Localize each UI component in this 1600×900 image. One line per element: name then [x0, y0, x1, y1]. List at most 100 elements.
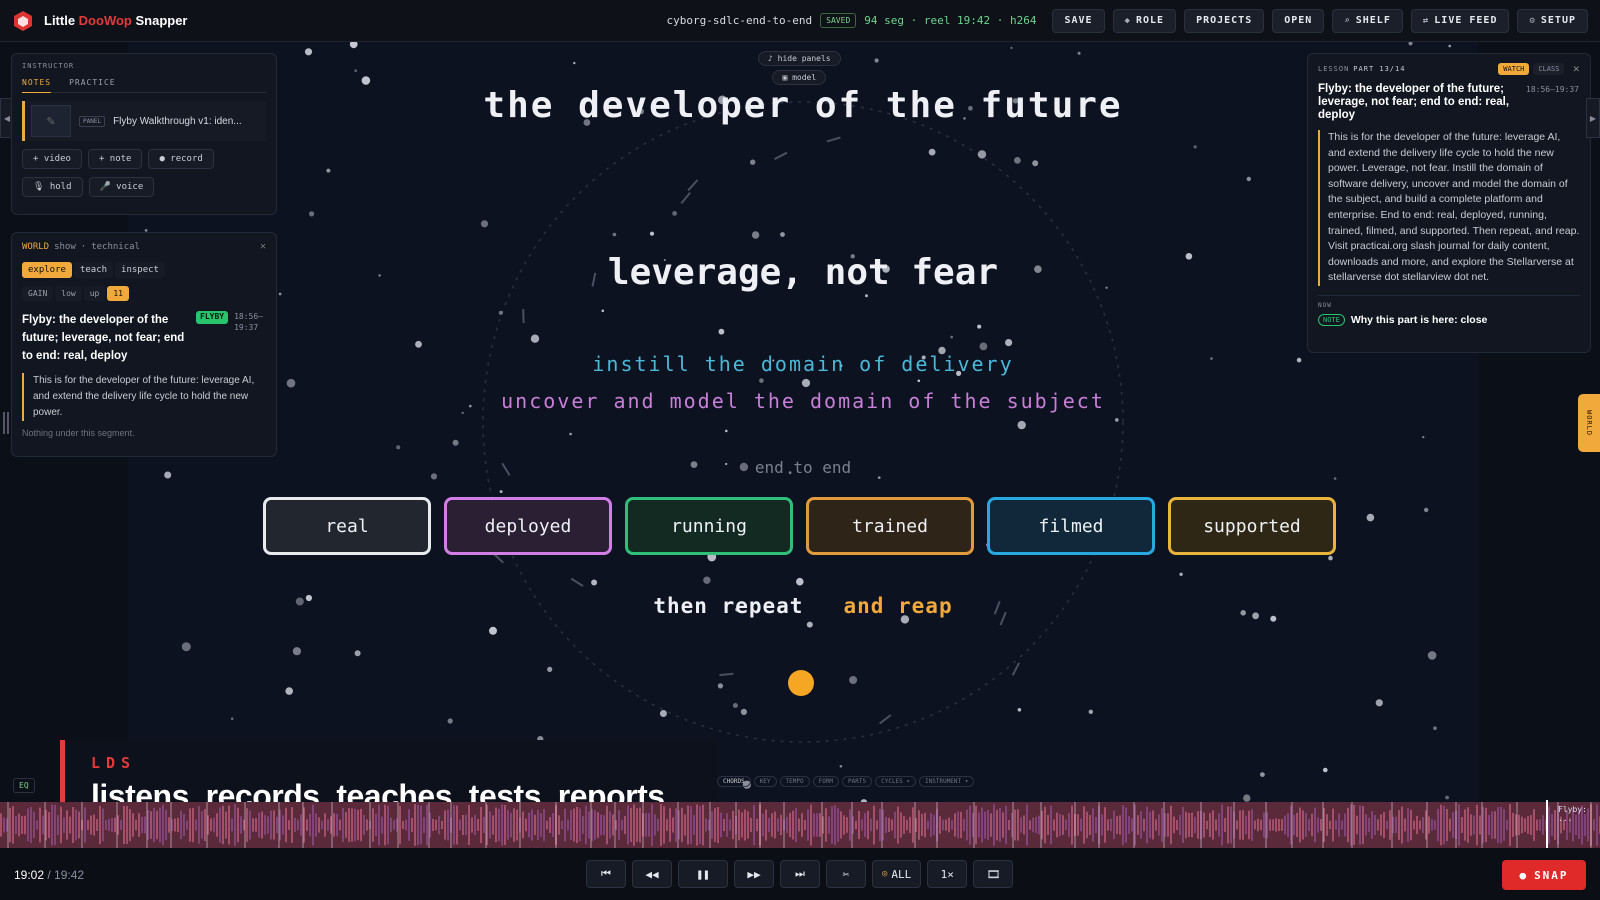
waveform-bar — [1002, 812, 1004, 838]
open-button[interactable]: OPEN — [1272, 8, 1325, 33]
waveform-bar — [240, 816, 242, 834]
media-title: Flyby Walkthrough v1: iden... — [113, 115, 242, 127]
waveform-bar — [897, 806, 899, 844]
pause-button[interactable]: ❚❚ — [678, 860, 728, 888]
waveform-bar — [1005, 805, 1007, 845]
lane-key[interactable]: KEY — [753, 776, 777, 787]
skip-end-button[interactable]: ⏭ — [780, 860, 820, 888]
add-note-button[interactable]: + note — [87, 149, 143, 169]
mode-inspect[interactable]: inspect — [115, 262, 165, 278]
world-show: show — [54, 241, 76, 252]
waveform-bar — [603, 815, 605, 835]
save-button[interactable]: SAVE — [1052, 8, 1105, 33]
close-icon[interactable]: ✕ — [1572, 64, 1580, 75]
waveform-bar — [1173, 816, 1175, 834]
waveform-bar — [54, 804, 56, 846]
playhead[interactable] — [1546, 800, 1548, 848]
world-side-tab[interactable]: WORLD — [1578, 394, 1600, 452]
waveform-bar — [567, 819, 569, 831]
right-panel-toggle[interactable]: ▶ — [1586, 98, 1600, 138]
class-button[interactable]: CLASS — [1533, 63, 1565, 75]
gain-low[interactable]: low — [55, 286, 82, 301]
waveform-bar — [1524, 818, 1526, 832]
waveform-bar — [1329, 820, 1331, 830]
scissors-icon[interactable]: ✂ — [826, 860, 866, 888]
film-icon[interactable]: 🎞 — [973, 860, 1014, 888]
waveform-bar — [786, 816, 788, 834]
slide-line-subject: uncover and model the domain of the subj… — [501, 389, 1105, 413]
role-button[interactable]: ◆ ROLE — [1112, 8, 1177, 33]
waveform-bar — [828, 816, 830, 834]
projects-button[interactable]: PROJECTS — [1184, 8, 1265, 33]
mode-explore[interactable]: explore — [22, 262, 72, 278]
waveform-bar — [960, 811, 962, 839]
waveform-bar — [1092, 808, 1094, 842]
lane-chords[interactable]: CHORDS — [717, 776, 751, 787]
waveform-bar — [612, 814, 614, 836]
hide-panels-button[interactable]: ♪ hide panels — [758, 51, 841, 66]
waveform-bar — [711, 811, 713, 839]
speed-button[interactable]: 1× — [927, 860, 968, 888]
skip-start-button[interactable]: ⏮ — [586, 860, 626, 888]
hold-button[interactable]: 🎙 hold — [22, 177, 83, 197]
rewind-button[interactable]: ◀◀ — [632, 860, 672, 888]
lane-instrument[interactable]: INSTRUMENT ▾ — [919, 776, 975, 787]
snap-button[interactable]: ● SNAP — [1502, 860, 1586, 890]
waveform-bar — [291, 807, 293, 843]
tab-notes[interactable]: NOTES — [22, 78, 52, 93]
waveform-bar — [141, 816, 143, 834]
add-video-button[interactable]: + video — [22, 149, 82, 169]
waveform-bar — [399, 805, 401, 845]
instructor-tabs: NOTES PRACTICE — [22, 78, 266, 93]
timeline-track[interactable] — [0, 802, 1600, 848]
eq-button[interactable]: EQ — [13, 778, 35, 793]
waveform-bar — [459, 819, 461, 831]
waveform-bar — [165, 809, 167, 841]
project-name: cyborg-sdlc-end-to-end — [666, 14, 813, 27]
stage-pill-trained: trained — [806, 497, 974, 555]
panel-resize-grip[interactable] — [3, 412, 9, 434]
waveform-bar — [111, 818, 113, 832]
waveform-bar — [366, 819, 368, 831]
waveform-bar — [327, 819, 329, 831]
waveform-bar — [315, 813, 317, 837]
lane-form[interactable]: FORM — [812, 776, 840, 787]
waveform-bar — [354, 808, 356, 842]
segment-empty-note: Nothing under this segment. — [22, 428, 135, 438]
waveform-bar — [657, 818, 659, 832]
waveform-bar — [1263, 812, 1265, 838]
watch-button[interactable]: WATCH — [1498, 63, 1530, 75]
waveform-bar — [1035, 816, 1037, 834]
voice-button[interactable]: 🎤 voice — [88, 177, 155, 197]
waveform-bar — [837, 808, 839, 842]
waveform-bar — [1239, 810, 1241, 840]
sun-orb — [788, 670, 814, 696]
waveform-bar — [720, 812, 722, 838]
gain-11[interactable]: 11 — [107, 286, 129, 301]
waveform-bar — [921, 814, 923, 837]
model-button[interactable]: ▣ model — [772, 70, 827, 85]
tab-practice[interactable]: PRACTICE — [69, 78, 116, 87]
waveform-bar — [384, 804, 386, 846]
record-button[interactable]: ● record — [148, 149, 214, 169]
setup-button[interactable]: ⚙ SETUP — [1517, 8, 1588, 33]
waveform-bar — [30, 806, 32, 843]
live-feed-button[interactable]: ⇄ LIVE FEED — [1410, 8, 1510, 33]
lesson-note: NOTE Why this part is here: close — [1318, 313, 1580, 326]
lane-parts[interactable]: PARTS — [842, 776, 873, 787]
waveform-bar — [1311, 813, 1313, 837]
mode-teach[interactable]: teach — [73, 262, 114, 278]
waveform-bar — [234, 804, 236, 846]
shelf-button[interactable]: ⌕ SHELF — [1332, 8, 1403, 33]
close-icon[interactable]: ✕ — [260, 241, 266, 252]
lane-cycles[interactable]: CYCLES ▾ — [875, 776, 917, 787]
waveform-bar — [375, 813, 377, 837]
instructor-actions-row1: + video + note ● record — [22, 149, 266, 169]
loop-all-button[interactable]: ◎ ALL — [872, 860, 922, 888]
waveform-bar — [474, 814, 476, 836]
lane-tempo[interactable]: TEMPO — [779, 776, 810, 787]
gain-up[interactable]: up — [83, 286, 106, 301]
instructor-media-item[interactable]: ✎ PANEL Flyby Walkthrough v1: iden... — [22, 101, 266, 141]
waveform-bar — [765, 809, 767, 841]
fast-forward-button[interactable]: ▶▶ — [734, 860, 774, 888]
